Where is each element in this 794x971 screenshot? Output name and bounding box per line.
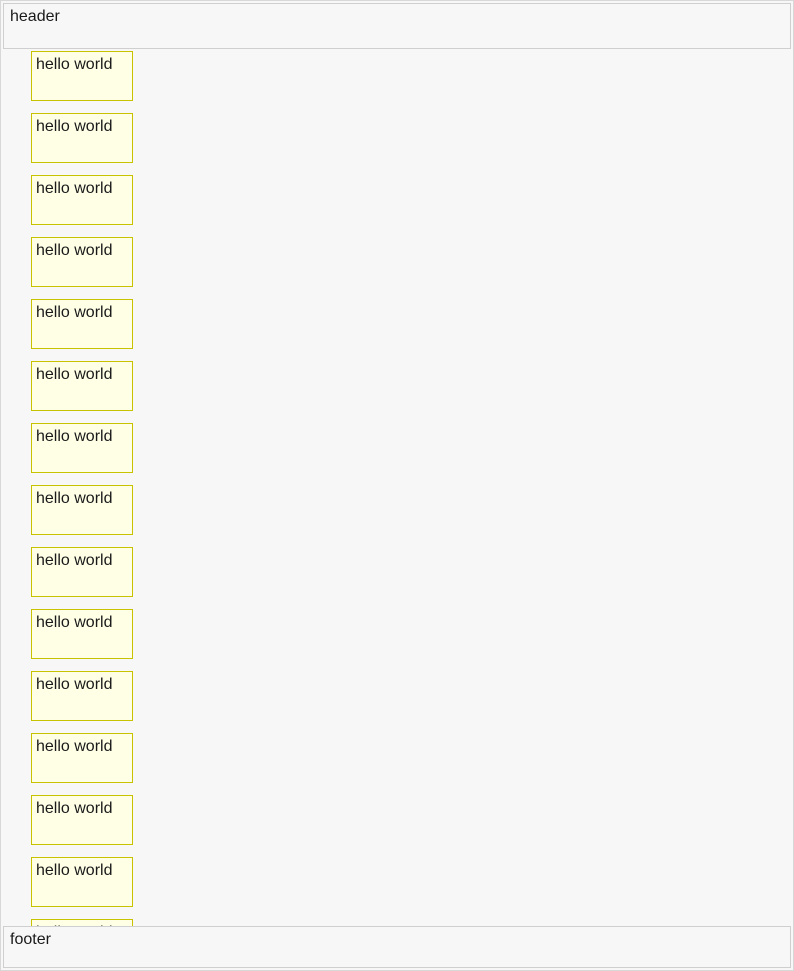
list-item: hello world — [31, 175, 133, 225]
list-item: hello world — [31, 919, 133, 926]
list-item: hello world — [31, 857, 133, 907]
page-container: header hello worldhello worldhello world… — [0, 0, 794, 971]
list-item: hello world — [31, 299, 133, 349]
list-item: hello world — [31, 423, 133, 473]
list-item: hello world — [31, 361, 133, 411]
list-item: hello world — [31, 113, 133, 163]
list-item: hello world — [31, 609, 133, 659]
list-item: hello world — [31, 547, 133, 597]
list-item: hello world — [31, 795, 133, 845]
header-label: header — [10, 8, 60, 25]
scroll-area[interactable]: hello world hello world hello world hello w… — [1, 49, 793, 926]
list-item: hello world — [31, 485, 133, 535]
list-item: hello world — [31, 51, 133, 101]
header: header — [3, 3, 791, 49]
item-list: hello world hello world hello world hello w… — [1, 49, 793, 926]
footer: footer — [3, 926, 791, 968]
list-item: hello world — [31, 671, 133, 721]
footer-label: footer — [10, 931, 51, 948]
list-item: hello world — [31, 733, 133, 783]
list-item: hello world — [31, 237, 133, 287]
